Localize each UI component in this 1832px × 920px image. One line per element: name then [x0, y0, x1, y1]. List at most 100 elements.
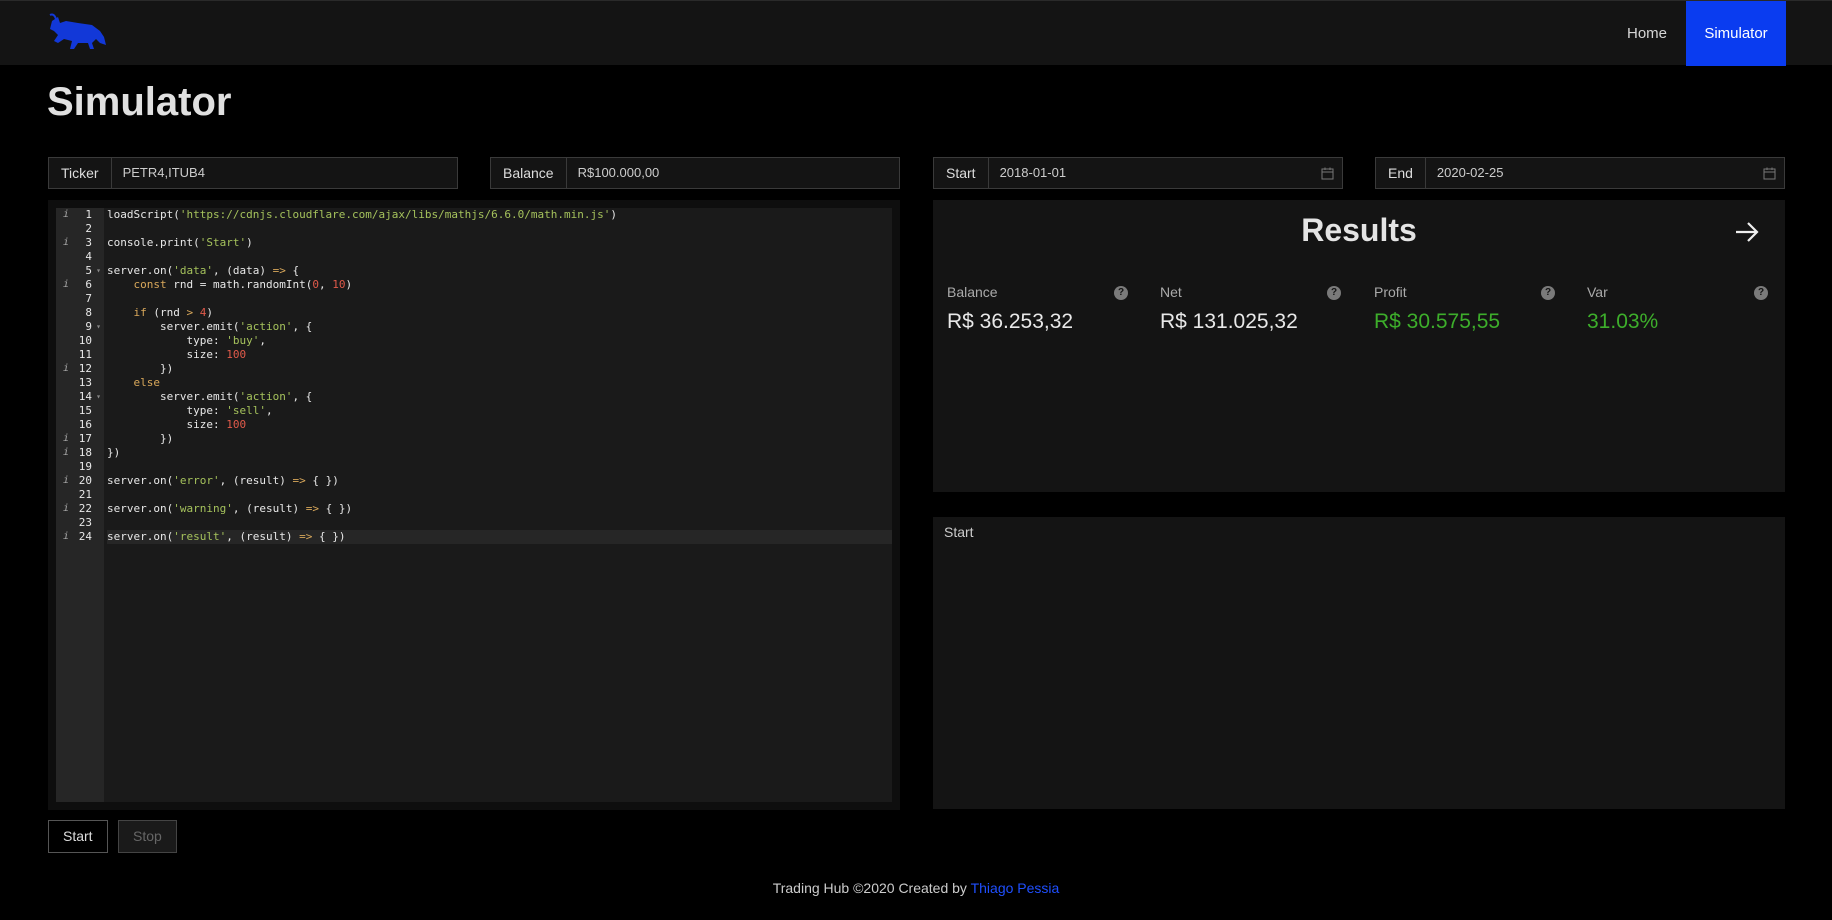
- code-token: { }): [318, 502, 353, 515]
- code-token: ): [246, 236, 253, 249]
- code-token: ,: [318, 278, 333, 291]
- help-icon[interactable]: ?: [1754, 286, 1768, 300]
- line-number: 16: [56, 418, 104, 432]
- arrow-right-icon[interactable]: [1733, 218, 1761, 246]
- balance-label: Balance: [491, 158, 567, 188]
- code-line: }): [107, 432, 892, 446]
- nav-home-link[interactable]: Home: [1610, 1, 1684, 66]
- stat-label: Net: [1160, 284, 1182, 300]
- info-icon[interactable]: i: [63, 446, 69, 460]
- line-number: 22 i: [56, 502, 104, 516]
- info-icon[interactable]: i: [63, 362, 69, 376]
- code-token: const: [133, 278, 167, 291]
- results-title: Results: [1301, 212, 1417, 248]
- code-token: 'error': [173, 474, 220, 487]
- fold-toggle-icon[interactable]: ▾: [96, 320, 101, 334]
- author-link[interactable]: Thiago Pessia: [971, 880, 1060, 896]
- help-icon[interactable]: ?: [1114, 286, 1128, 300]
- info-icon[interactable]: i: [63, 502, 69, 516]
- start-date-input[interactable]: [988, 158, 1312, 188]
- calendar-icon[interactable]: [1754, 158, 1784, 188]
- ticker-input-group: Ticker: [48, 157, 458, 189]
- console-output: Start: [933, 517, 1785, 809]
- line-number: 18 i: [56, 446, 104, 460]
- code-line: }): [107, 362, 892, 376]
- ticker-label: Ticker: [49, 158, 112, 188]
- line-number-text: 1: [85, 208, 92, 221]
- line-number-text: 6: [85, 278, 92, 291]
- line-number-text: 8: [85, 306, 92, 319]
- line-number-text: 5: [85, 264, 92, 277]
- code-token: server.emit(: [107, 390, 240, 403]
- line-number: 20 i: [56, 474, 104, 488]
- line-number: 19: [56, 460, 104, 474]
- stat-var: Var ? 31.03%: [1587, 284, 1782, 334]
- line-number: 6i: [56, 278, 104, 292]
- info-icon[interactable]: i: [63, 474, 69, 488]
- help-icon[interactable]: ?: [1541, 286, 1555, 300]
- balance-input[interactable]: [566, 158, 899, 188]
- line-number: 12 i: [56, 362, 104, 376]
- ticker-input[interactable]: [111, 158, 457, 188]
- end-date-group: End: [1375, 157, 1785, 189]
- end-date-input[interactable]: [1425, 158, 1754, 188]
- code-token: {: [285, 264, 300, 277]
- code-token: , {: [292, 320, 313, 333]
- nav-simulator-link[interactable]: Simulator: [1686, 1, 1786, 66]
- code-token: ): [206, 306, 213, 319]
- code-token: else: [133, 376, 161, 389]
- code-token: server.on(: [107, 264, 174, 277]
- code-editor[interactable]: 1 i 2 3 i 4 5 ▾ 6 i 7 8 9 ▾ 10 11 12 i 13 14 ▾ 15 16 17 i 18 i 19 20…: [56, 208, 892, 802]
- info-icon[interactable]: i: [63, 236, 69, 250]
- code-token: =>: [292, 474, 306, 487]
- stop-button[interactable]: Stop: [118, 820, 177, 853]
- line-number-text: 4: [85, 250, 92, 263]
- code-token: =>: [305, 502, 319, 515]
- editor-gutter: 1 i 2 3 i 4 5 ▾ 6 i 7 8 9 ▾ 10 11 12 i 13 14 ▾ 15 16 17 i 18 i 19 20…: [56, 208, 104, 802]
- code-token: 'result': [173, 530, 227, 543]
- line-number-text: 13: [78, 376, 92, 389]
- stat-value: R$ 131.025,32: [1160, 310, 1298, 333]
- bull-logo-icon[interactable]: [48, 13, 108, 53]
- line-number-text: 21: [78, 488, 92, 501]
- start-date-group: Start: [933, 157, 1343, 189]
- code-line: server.on('result', (result) => { }): [107, 530, 892, 544]
- line-number: 21: [56, 488, 104, 502]
- stat-value: R$ 36.253,32: [947, 310, 1074, 333]
- code-token: }): [107, 362, 174, 375]
- info-icon[interactable]: i: [63, 278, 69, 292]
- code-token: 100: [226, 348, 247, 361]
- line-number-text: 19: [78, 460, 92, 473]
- info-icon[interactable]: i: [63, 208, 69, 222]
- line-number-text: 20: [78, 474, 92, 487]
- calendar-icon[interactable]: [1312, 158, 1342, 188]
- code-token: , (data): [212, 264, 273, 277]
- code-token: size:: [107, 418, 227, 431]
- code-token: ,: [265, 404, 273, 417]
- fold-toggle-icon[interactable]: ▾: [96, 390, 101, 404]
- code-line: server.emit('action', {: [107, 390, 892, 404]
- code-token: 'buy': [226, 334, 260, 347]
- info-icon[interactable]: i: [63, 432, 69, 446]
- start-button[interactable]: Start: [48, 820, 108, 853]
- code-line: server.on('data', (data) => {: [107, 264, 892, 278]
- code-token: (rnd: [146, 306, 187, 319]
- line-number: 17 i: [56, 432, 104, 446]
- editor-code-area[interactable]: loadScript('https://cdnjs.cloudflare.com…: [104, 208, 892, 802]
- code-token: server.on(: [107, 530, 174, 543]
- code-line: server.on('error', (result) => { }): [107, 474, 892, 488]
- code-token: 'https://cdnjs.cloudflare.com/ajax/libs/…: [179, 208, 611, 221]
- line-number-text: 14: [78, 390, 92, 403]
- info-icon[interactable]: i: [63, 530, 69, 544]
- code-token: rnd = math.randomInt(: [166, 278, 313, 291]
- help-icon[interactable]: ?: [1327, 286, 1341, 300]
- fold-toggle-icon[interactable]: ▾: [96, 264, 101, 278]
- code-line: else: [107, 376, 892, 390]
- console-line: Start: [944, 524, 974, 540]
